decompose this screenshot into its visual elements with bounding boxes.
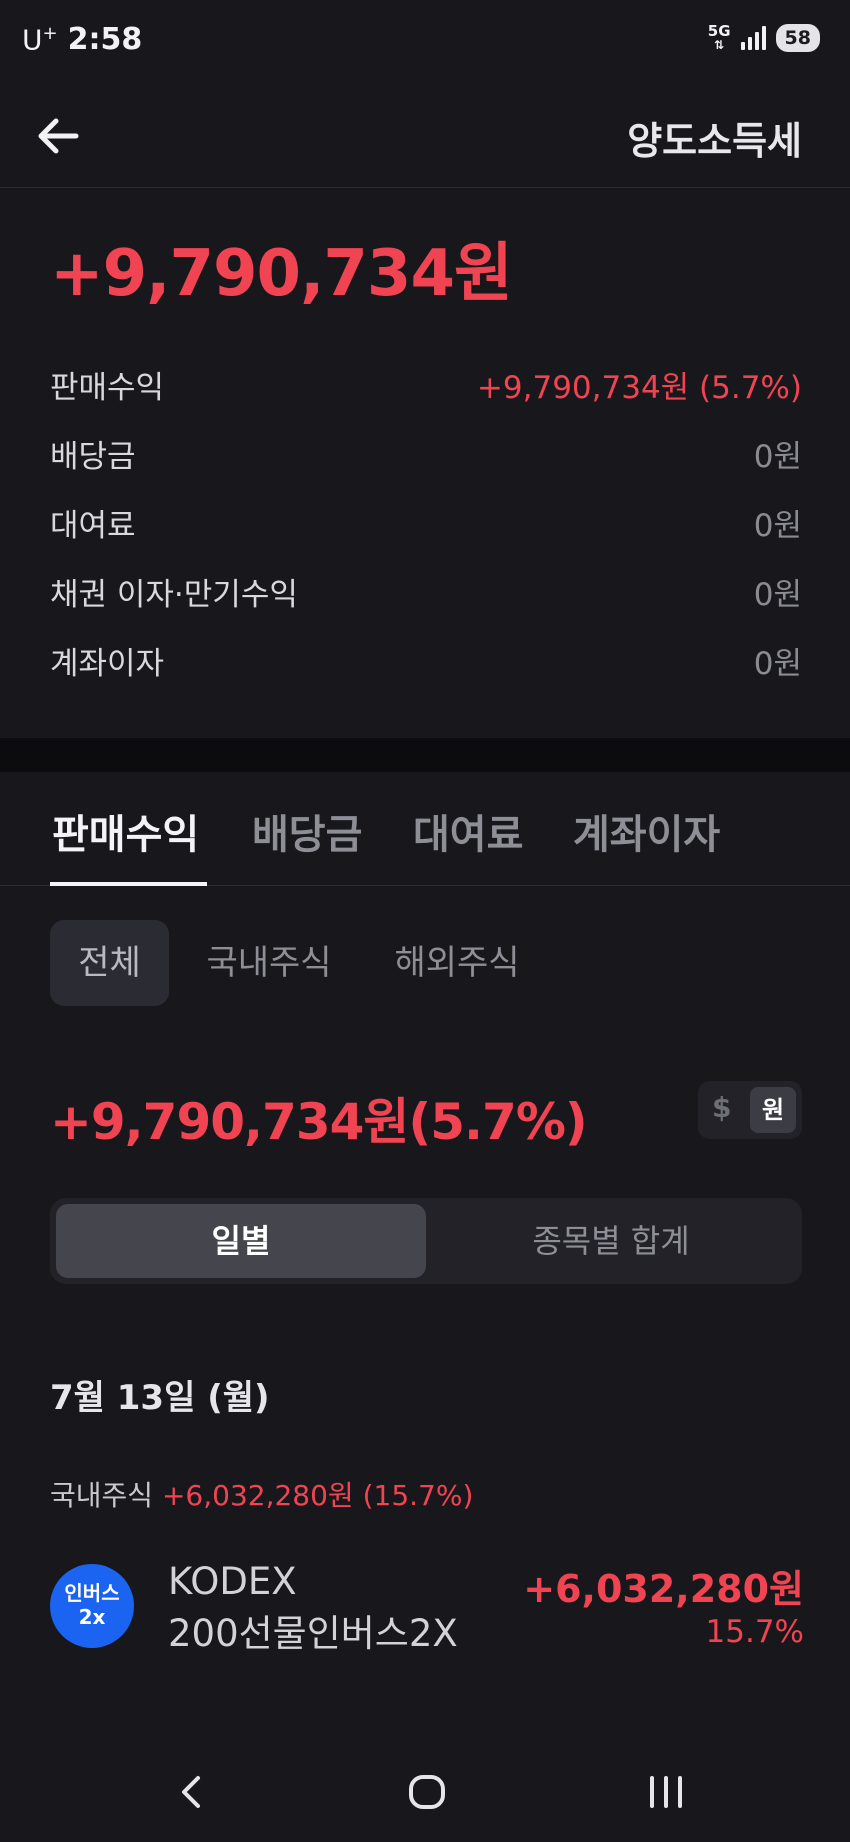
- arrow-left-icon: [38, 118, 79, 154]
- status-bar: U+ 2:58 5G ⇅ 58: [0, 0, 850, 84]
- signal-icon: [740, 26, 766, 50]
- home-icon: [409, 1775, 445, 1809]
- app-header: 양도소득세: [0, 84, 850, 188]
- system-nav-bar: [0, 1740, 850, 1842]
- tab-dividend[interactable]: 배당금: [252, 802, 362, 860]
- stock-profit-amount: +6,032,280원: [523, 1567, 804, 1611]
- total-income: +9,790,734원: [50, 237, 513, 311]
- active-tab-indicator: [50, 882, 207, 886]
- section-divider: [0, 738, 850, 772]
- tab-lending[interactable]: 대여료: [413, 802, 523, 860]
- income-tabs: 판매수익 배당금 대여료 계좌이자: [0, 772, 850, 886]
- breakdown-row-lending: 대여료 0원: [50, 508, 802, 544]
- breakdown-row-bond: 채권 이자·만기수익 0원: [50, 577, 802, 613]
- currency-usd-option[interactable]: $: [712, 1091, 731, 1124]
- nav-home-button[interactable]: [397, 1764, 457, 1820]
- stock-name: KODEX 200선물인버스2X: [168, 1560, 458, 1655]
- chevron-left-icon: [182, 1776, 200, 1808]
- page-title: 양도소득세: [627, 119, 802, 163]
- list-item[interactable]: 인버스 2x KODEX 200선물인버스2X +6,032,280원 15.7…: [48, 1548, 804, 1668]
- breakdown-row-sales: 판매수익 +9,790,734원 (5.7%): [50, 370, 802, 406]
- nav-back-button[interactable]: [162, 1764, 222, 1820]
- income-breakdown: 판매수익 +9,790,734원 (5.7%) 배당금 0원 대여료 0원 채권…: [50, 350, 802, 695]
- group-summary: 국내주식 +6,032,280원 (15.7%): [50, 1479, 474, 1512]
- segment-daily[interactable]: 일별: [56, 1204, 426, 1278]
- tab-account-interest[interactable]: 계좌이자: [573, 802, 720, 860]
- stock-logo: 인버스 2x: [50, 1564, 134, 1648]
- back-button[interactable]: [32, 108, 88, 164]
- filter-domestic[interactable]: 국내주식: [200, 920, 338, 1006]
- carrier-label: U+: [22, 22, 58, 56]
- date-header: 7월 13일 (월): [50, 1378, 270, 1418]
- view-segmented-control: 일별 종목별 합계: [50, 1198, 802, 1284]
- tab-sales[interactable]: 판매수익: [52, 802, 199, 860]
- page: U+ 2:58 5G ⇅ 58 양도소득세 +9,790,734원 판매수익 +…: [0, 0, 850, 1842]
- currency-krw-option[interactable]: 원: [750, 1087, 796, 1133]
- filter-all[interactable]: 전체: [50, 920, 169, 1006]
- breakdown-row-account-interest: 계좌이자 0원: [50, 646, 802, 682]
- filter-overseas[interactable]: 해외주식: [388, 920, 526, 1006]
- segment-by-stock[interactable]: 종목별 합계: [426, 1204, 796, 1278]
- sales-income-total: +9,790,734원(5.7%): [50, 1093, 588, 1151]
- recents-icon: [650, 1776, 682, 1808]
- breakdown-row-dividend: 배당금 0원: [50, 439, 802, 475]
- clock: 2:58: [67, 22, 143, 57]
- nav-recents-button[interactable]: [636, 1764, 696, 1820]
- currency-toggle[interactable]: $ 원: [698, 1081, 802, 1139]
- stock-profit-percent: 15.7%: [705, 1614, 804, 1650]
- network-5g-icon: 5G ⇅: [707, 22, 731, 53]
- battery-indicator: 58: [775, 24, 820, 52]
